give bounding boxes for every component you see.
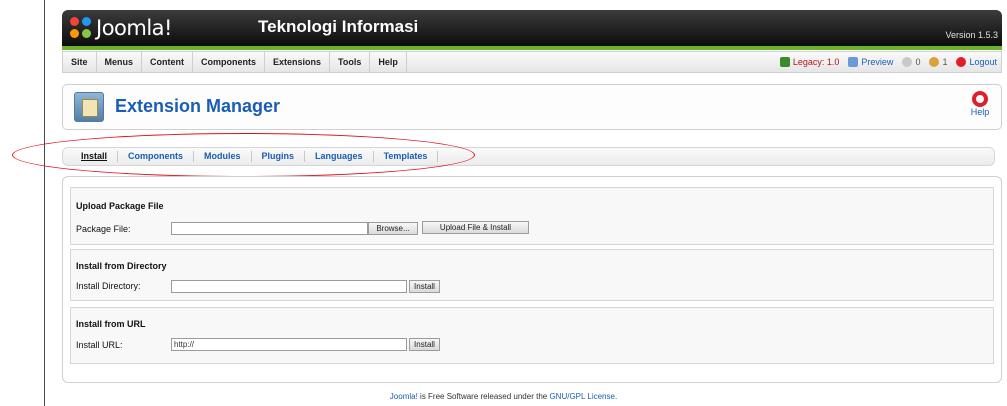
legacy-icon xyxy=(779,57,790,67)
install-panel: Upload Package File Package File: Browse… xyxy=(62,176,1002,383)
footer-text: is Free Software released under the xyxy=(417,392,550,401)
package-file-label: Package File: xyxy=(76,224,131,234)
help-button[interactable]: Help xyxy=(967,91,993,117)
url-row: Install URL: xyxy=(76,338,123,352)
site-title: Teknologi Informasi xyxy=(258,17,419,36)
submenu-components[interactable]: Components xyxy=(118,151,195,162)
footer-license-link[interactable]: GNU/GPL License xyxy=(549,392,615,401)
install-directory-input[interactable] xyxy=(171,280,407,293)
submenu-modules[interactable]: Modules xyxy=(194,151,252,162)
install-url-label: Install URL: xyxy=(76,340,123,350)
install-url-button[interactable]: Install xyxy=(409,338,440,351)
menu-item-help[interactable]: Help xyxy=(370,52,407,72)
version-label: Version 1.5.3 xyxy=(945,30,998,40)
footer-joomla-link[interactable]: Joomla! xyxy=(390,392,418,401)
main-menu-bar: Site Menus Content Components Extensions… xyxy=(62,51,1002,73)
menu-item-menus[interactable]: Menus xyxy=(97,52,143,72)
joomla-logo-icon xyxy=(70,17,92,39)
logout-label: Logout xyxy=(969,57,997,67)
logo-text: Joomla! xyxy=(96,16,172,40)
status-bar: Legacy: 1.0 Preview 0 1 Logout xyxy=(771,52,997,72)
messages-icon xyxy=(902,57,913,67)
package-file-input[interactable] xyxy=(171,222,368,235)
help-label: Help xyxy=(970,107,990,117)
messages-link[interactable]: 0 xyxy=(902,57,920,67)
upload-install-button[interactable]: Upload File & Install xyxy=(422,221,529,234)
menu-item-components[interactable]: Components xyxy=(193,52,266,72)
install-directory-button[interactable]: Install xyxy=(409,280,440,293)
footer: Joomla! is Free Software released under … xyxy=(0,392,1007,401)
upload-legend: Upload Package File xyxy=(76,201,164,211)
users-count: 1 xyxy=(942,57,948,67)
legacy-status: Legacy: 1.0 xyxy=(779,57,840,67)
logout-link[interactable]: Logout xyxy=(956,57,997,67)
header-accent-bar xyxy=(62,46,1002,50)
page-title: Extension Manager xyxy=(115,96,281,116)
upload-package-fieldset: Upload Package File Package File: Browse… xyxy=(70,187,994,245)
submenu-install[interactable]: Install xyxy=(71,151,119,162)
preview-label: Preview xyxy=(861,57,894,67)
install-directory-label: Install Directory: xyxy=(76,281,141,291)
help-lifebuoy-icon xyxy=(972,91,988,107)
url-legend: Install from URL xyxy=(76,319,146,329)
page-left-border xyxy=(44,0,45,406)
admin-header: Joomla! Teknologi Informasi Version 1.5.… xyxy=(62,10,1002,46)
submenu-languages[interactable]: Languages xyxy=(305,151,374,162)
browse-button[interactable]: Browse... xyxy=(368,222,418,235)
extension-manager-icon xyxy=(74,92,104,122)
menu-item-content[interactable]: Content xyxy=(142,52,194,72)
toolbar-box: Extension Manager Help xyxy=(62,84,1002,130)
joomla-logo[interactable]: Joomla! xyxy=(70,14,172,42)
footer-end: . xyxy=(614,392,618,401)
users-icon xyxy=(929,57,940,67)
install-url-fieldset: Install from URL Install URL: Install xyxy=(70,307,994,364)
menu-item-tools[interactable]: Tools xyxy=(330,52,371,72)
preview-icon xyxy=(848,57,859,67)
menu-item-extensions[interactable]: Extensions xyxy=(265,52,331,72)
users-link[interactable]: 1 xyxy=(929,57,947,67)
directory-row: Install Directory: xyxy=(76,279,141,293)
install-url-input[interactable] xyxy=(171,338,407,351)
install-directory-fieldset: Install from Directory Install Directory… xyxy=(70,249,994,301)
directory-legend: Install from Directory xyxy=(76,261,167,271)
preview-link[interactable]: Preview xyxy=(848,57,893,67)
logout-icon xyxy=(956,57,967,67)
upload-row: Package File: xyxy=(76,222,131,236)
menu-item-site[interactable]: Site xyxy=(63,52,97,72)
legacy-label: Legacy: 1.0 xyxy=(792,57,840,67)
submenu-templates[interactable]: Templates xyxy=(374,151,439,162)
messages-count: 0 xyxy=(915,57,921,67)
submenu-bar: Install Components Modules Plugins Langu… xyxy=(62,147,995,166)
submenu-plugins[interactable]: Plugins xyxy=(252,151,306,162)
